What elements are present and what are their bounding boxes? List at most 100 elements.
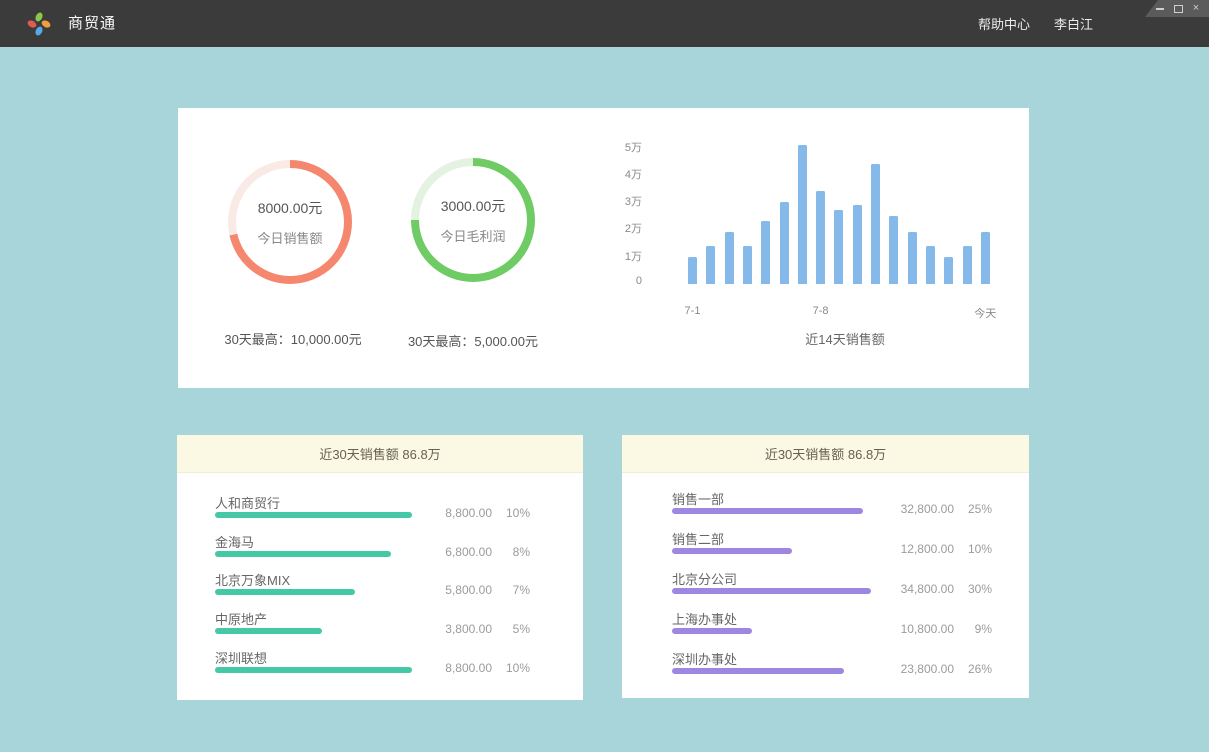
app-title: 商贸通 — [68, 0, 116, 47]
today-sales-label: 今日销售额 — [257, 228, 322, 247]
bar-7-8 — [816, 191, 825, 284]
window-controls: × — [1145, 0, 1209, 17]
row-percent: 8% — [492, 545, 530, 559]
row-name: 深圳办事处 — [672, 649, 737, 668]
minimize-icon — [1156, 8, 1164, 10]
today-profit-value: 3000.00元 — [441, 196, 506, 216]
row-progress-bar — [215, 628, 322, 634]
row-percent: 7% — [492, 583, 530, 597]
y-tick-label: 5万 — [602, 139, 642, 155]
row-amount: 6,800.00 — [445, 545, 492, 559]
row-amount: 34,800.00 — [901, 582, 954, 596]
overview-card: 8000.00元 今日销售额 3000.00元 今日毛利润 30天最高：10,0… — [178, 108, 1029, 388]
row-percent: 9% — [954, 622, 992, 636]
row-name: 销售一部 — [672, 489, 724, 508]
row-amount: 8,800.00 — [445, 506, 492, 520]
row-progress-bar — [672, 668, 844, 674]
row-percent: 10% — [492, 661, 530, 675]
bar-7-10 — [853, 205, 862, 284]
row-amount: 10,800.00 — [901, 622, 954, 636]
row-value: 8,800.0010% — [380, 661, 530, 675]
row-amount: 8,800.00 — [445, 661, 492, 675]
bar-7-1 — [688, 257, 697, 284]
row-progress-bar — [215, 551, 391, 557]
today-sales-donut: 8000.00元 今日销售额 — [228, 160, 352, 284]
customers-card-title: 近30天销售额 86.8万 — [319, 444, 440, 463]
maximize-button[interactable] — [1173, 3, 1183, 15]
close-button[interactable]: × — [1191, 3, 1201, 15]
row-amount: 23,800.00 — [901, 662, 954, 676]
today-sales-value: 8000.00元 — [258, 198, 323, 218]
bar-7-14 — [926, 246, 935, 284]
row-percent: 5% — [492, 622, 530, 636]
bar-7-15 — [944, 257, 953, 284]
row-percent: 30% — [954, 582, 992, 596]
row-name: 人和商贸行 — [215, 493, 280, 512]
maximize-icon — [1174, 5, 1183, 13]
row-value: 10,800.009% — [842, 622, 992, 636]
departments-rank-card: 近30天销售额 86.8万 销售一部 32,800.0025% 销售二部 12,800… — [622, 435, 1029, 698]
topnav: 帮助中心 李白江 — [978, 0, 1093, 47]
row-value: 5,800.007% — [380, 583, 530, 597]
row-progress-bar — [672, 548, 792, 554]
today-sales-donut-center: 8000.00元 今日销售额 — [236, 168, 344, 276]
row-value: 23,800.0026% — [842, 662, 992, 676]
profit-30day-max-note: 30天最高：5,000.00元 — [358, 331, 588, 350]
row-name: 深圳联想 — [215, 648, 267, 667]
bar-7-5 — [761, 221, 770, 284]
row-amount: 3,800.00 — [445, 622, 492, 636]
row-value: 3,800.005% — [380, 622, 530, 636]
row-value: 8,800.0010% — [380, 506, 530, 520]
minimize-button[interactable] — [1155, 3, 1165, 15]
row-progress-bar — [672, 508, 863, 514]
customers-rank-card: 近30天销售额 86.8万 人和商贸行8,800.0010%金海马6,800.0… — [177, 435, 583, 700]
bar-今天 — [981, 232, 990, 284]
y-tick-label: 1万 — [602, 248, 642, 264]
bar-7-4 — [743, 246, 752, 284]
row-name: 金海马 — [215, 532, 254, 551]
row-value: 32,800.0025% — [842, 502, 992, 516]
close-icon: × — [1193, 3, 1199, 14]
x-tick-label: 7-1 — [685, 305, 701, 317]
row-percent: 10% — [492, 506, 530, 520]
user-menu[interactable]: 李白江 — [1054, 14, 1093, 33]
bar-7-2 — [706, 246, 715, 284]
today-profit-donut: 3000.00元 今日毛利润 — [411, 158, 535, 282]
app-logo-pinwheel-icon — [24, 9, 54, 39]
help-center-link[interactable]: 帮助中心 — [978, 14, 1030, 33]
y-tick-label: 4万 — [602, 166, 642, 182]
today-profit-donut-center: 3000.00元 今日毛利润 — [419, 166, 527, 274]
row-name: 北京分公司 — [672, 569, 737, 588]
bar-7-13 — [908, 232, 917, 284]
row-amount: 5,800.00 — [445, 583, 492, 597]
y-tick-label: 2万 — [602, 220, 642, 236]
row-value: 34,800.0030% — [842, 582, 992, 596]
row-percent: 25% — [954, 502, 992, 516]
bar-7-9 — [834, 210, 843, 284]
row-name: 北京万象MIX — [215, 570, 290, 589]
departments-card-title: 近30天销售额 86.8万 — [765, 444, 886, 463]
today-profit-label: 今日毛利润 — [440, 226, 505, 245]
bar-7-11 — [871, 164, 880, 284]
y-tick-label: 3万 — [602, 193, 642, 209]
bar-7-7 — [798, 145, 807, 284]
y-tick-label: 0 — [602, 275, 642, 287]
x-tick-label: 今天 — [974, 305, 996, 321]
departments-card-header: 近30天销售额 86.8万 — [622, 435, 1029, 473]
row-amount: 32,800.00 — [901, 502, 954, 516]
topbar: 商贸通 帮助中心 李白江 × — [0, 0, 1209, 47]
bar-7-3 — [725, 232, 734, 284]
bar-7-12 — [889, 216, 898, 284]
row-name: 中原地产 — [215, 609, 267, 628]
row-value: 12,800.0010% — [842, 542, 992, 556]
customers-card-header: 近30天销售额 86.8万 — [177, 435, 583, 473]
bar-7-6 — [780, 202, 789, 284]
row-progress-bar — [215, 589, 355, 595]
daily-sales-bar-chart — [688, 134, 1018, 284]
bar-7-16 — [963, 246, 972, 284]
bar-chart-caption: 近14天销售额 — [805, 329, 884, 348]
row-value: 6,800.008% — [380, 545, 530, 559]
row-progress-bar — [672, 628, 752, 634]
x-tick-label: 7-8 — [813, 305, 829, 317]
row-name: 销售二部 — [672, 529, 724, 548]
